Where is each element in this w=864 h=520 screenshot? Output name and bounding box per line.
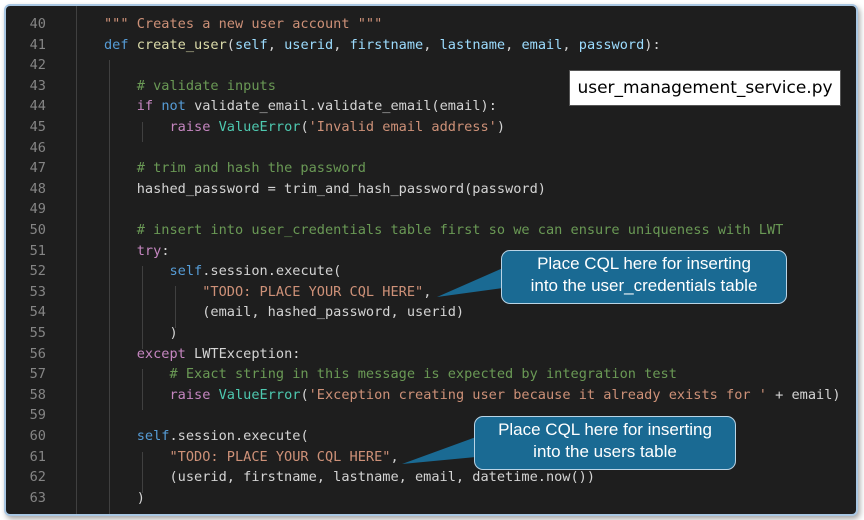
code-screenshot-frame: 40 """ Creates a new user account """ 41 de…: [4, 4, 858, 516]
callout-users-line1: Place CQL here for inserting: [498, 420, 712, 439]
callout-credentials-line2: into the user_credentials table: [530, 276, 758, 295]
callout-credentials-line1: Place CQL here for inserting: [537, 254, 751, 273]
callout-credentials-table: Place CQL here for inserting into the us…: [501, 250, 787, 304]
callout-users-line2: into the users table: [533, 442, 677, 461]
callout-users-table: Place CQL here for inserting into the us…: [474, 416, 736, 470]
callout-pointer-users: [402, 437, 476, 464]
callout-pointer-credentials: [437, 268, 503, 297]
